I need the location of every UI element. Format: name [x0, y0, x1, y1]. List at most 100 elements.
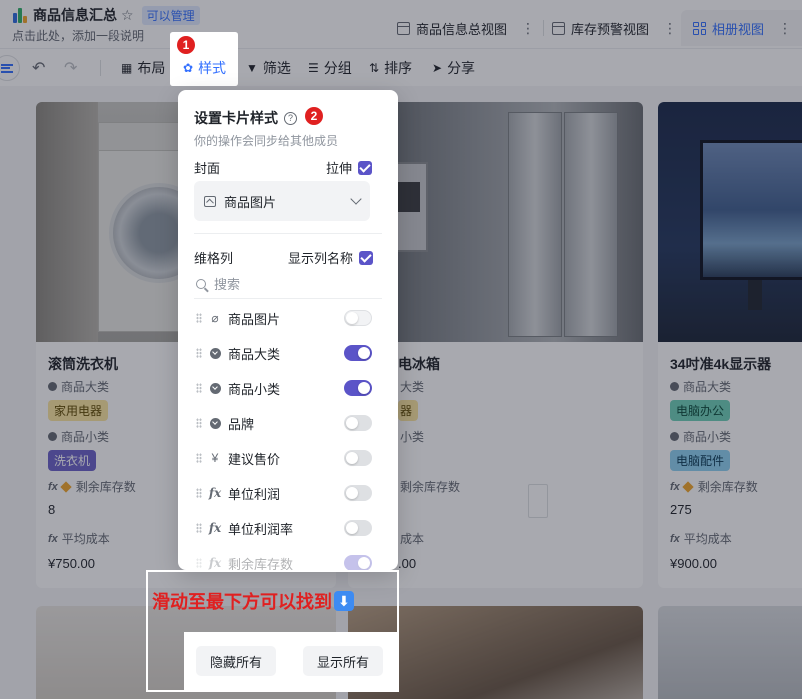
formula-icon: fx [208, 556, 222, 570]
card-title: 电冰箱 [398, 356, 440, 372]
cover-label: 封面 [194, 161, 221, 176]
field-visibility-toggle[interactable] [344, 485, 372, 501]
sort-button[interactable]: ⇅ 排序 [369, 58, 412, 78]
field-label: fx 剩余库存数 [48, 480, 136, 494]
document-title[interactable]: 商品信息汇总 [33, 5, 117, 25]
sidebar-toggle-button[interactable] [0, 55, 20, 81]
field-row-unit-profit[interactable]: fx 单位利润 [196, 483, 372, 503]
subcategory-tag: 洗衣机 [48, 450, 97, 471]
drag-handle-icon[interactable] [196, 523, 202, 533]
single-select-icon [670, 432, 679, 441]
image-icon [204, 195, 216, 207]
grid-view-icon [397, 21, 410, 35]
category-tag: 电脑办公 [670, 400, 731, 421]
help-icon[interactable]: ? [284, 111, 297, 125]
card-title: 滚筒洗衣机 [48, 356, 118, 372]
currency-icon: ¥ [211, 451, 219, 465]
formula-icon: fx [208, 486, 222, 500]
tab-gallery-view[interactable]: 相册视图 ⋮ [681, 10, 802, 46]
search-input[interactable]: 搜索 [214, 274, 240, 293]
tab-label: 相册视图 [712, 21, 765, 37]
highlight-box [317, 148, 378, 178]
gallery-card[interactable] [658, 606, 802, 699]
field-label: 小类 [400, 430, 425, 444]
field-visibility-toggle[interactable] [344, 555, 372, 570]
field-visibility-toggle[interactable] [344, 380, 372, 396]
filter-icon: ▼ [246, 61, 258, 75]
card-title: 34吋准4k显示器 [670, 356, 772, 372]
stock-value: 275 [670, 502, 692, 517]
highlight-box [336, 305, 381, 363]
formula-icon: fx [670, 480, 680, 493]
single-select-icon [670, 382, 679, 391]
tab-product-overview[interactable]: 商品信息总视图 ⋮ [397, 10, 537, 46]
cover-select-value: 商品图片 [224, 194, 277, 210]
field-row-brand[interactable]: 品牌 [196, 413, 372, 433]
field-label: fx 平均成本 [670, 532, 732, 546]
field-row-unit-profit-rate[interactable]: fx 单位利润率 [196, 518, 372, 538]
drag-handle-icon[interactable] [196, 348, 202, 358]
group-icon: ☰ [308, 61, 319, 75]
group-label: 分组 [323, 60, 352, 76]
drag-handle-icon[interactable] [196, 418, 202, 428]
diamond-icon [682, 480, 694, 493]
bar-chart-logo-icon [12, 7, 29, 24]
field-visibility-toggle[interactable] [344, 415, 372, 431]
group-button[interactable]: ☰ 分组 [308, 58, 352, 78]
view-toolbar: ↶ ↷ ▦ 布局 ✿ 样式 ▼ 筛选 ☰ 分组 ⇅ 排序 ➤ 分享 [0, 48, 802, 86]
cost-value: ¥900.00 [670, 556, 717, 571]
title-row: 商品信息汇总 ☆ 可以管理 [12, 5, 200, 25]
gallery-card[interactable]: 34吋准4k显示器 商品大类 电脑办公 商品小类 电脑配件 fx 剩余库存数 27… [658, 102, 802, 588]
formula-icon: fx [670, 532, 680, 545]
star-icon[interactable]: ☆ [121, 7, 134, 24]
field-row-subcategory[interactable]: 商品小类 [196, 378, 372, 398]
hide-all-button[interactable]: 隐藏所有 [196, 646, 277, 676]
field-visibility-toggle[interactable] [344, 450, 372, 466]
panel-subtitle: 你的操作会同步给其他成员 [194, 134, 339, 148]
drag-handle-icon[interactable] [196, 453, 202, 463]
field-row-suggested-price[interactable]: ¥ 建议售价 [196, 448, 372, 468]
cover-field-select[interactable]: 商品图片 [194, 181, 370, 221]
drag-handle-icon[interactable] [196, 488, 202, 498]
step-badge-1: 1 [177, 36, 195, 54]
formula-icon: fx [48, 532, 58, 545]
card-cover-image [658, 606, 802, 699]
field-label: 商品大类 [48, 378, 109, 395]
scroll-hint-text: 滑动至最下方可以找到 ⬇ [152, 588, 354, 614]
layout-grid-icon: ▦ [121, 61, 133, 75]
undo-icon[interactable]: ↶ [32, 58, 45, 78]
field-visibility-toggle[interactable] [344, 520, 372, 536]
single-select-icon [209, 417, 221, 429]
single-select-icon [209, 347, 221, 359]
show-all-button[interactable]: 显示所有 [303, 646, 384, 676]
cost-value: .00 [398, 556, 417, 571]
layout-button[interactable]: ▦ 布局 [121, 58, 165, 78]
category-tag: 器 [398, 400, 419, 421]
formula-icon: fx [208, 521, 222, 535]
step-badge-2: 2 [305, 107, 323, 125]
description-field[interactable]: 点击此处，添加一段说明 [12, 27, 144, 44]
field-label: 大类 [400, 380, 425, 394]
drag-handle-icon[interactable] [196, 313, 202, 323]
sort-icon: ⇅ [369, 61, 380, 75]
tab-label: 商品信息总视图 [416, 21, 508, 37]
drag-handle-icon[interactable] [196, 558, 202, 568]
field-row-remaining-stock[interactable]: fx 剩余库存数 [196, 553, 372, 570]
filter-button[interactable]: ▼ 筛选 [246, 58, 291, 78]
more-options-icon[interactable]: ⋮ [663, 20, 677, 37]
share-send-icon: ➤ [432, 61, 443, 75]
share-button[interactable]: ➤ 分享 [432, 58, 475, 78]
single-select-icon [48, 432, 57, 441]
drag-handle-icon[interactable] [196, 383, 202, 393]
arrow-down-icon: ⬇ [334, 591, 354, 611]
field-label: 成本 [400, 532, 425, 546]
tab-stock-warning[interactable]: 库存预警视图 ⋮ [552, 10, 678, 46]
sort-label: 排序 [384, 60, 413, 76]
redo-icon[interactable]: ↷ [64, 58, 77, 78]
gallery-icon [693, 21, 706, 35]
more-options-icon[interactable]: ⋮ [778, 20, 792, 37]
field-search[interactable]: 搜索 [196, 274, 240, 293]
menu-icon [1, 63, 13, 73]
search-underline [194, 298, 382, 299]
more-options-icon[interactable]: ⋮ [521, 20, 535, 37]
